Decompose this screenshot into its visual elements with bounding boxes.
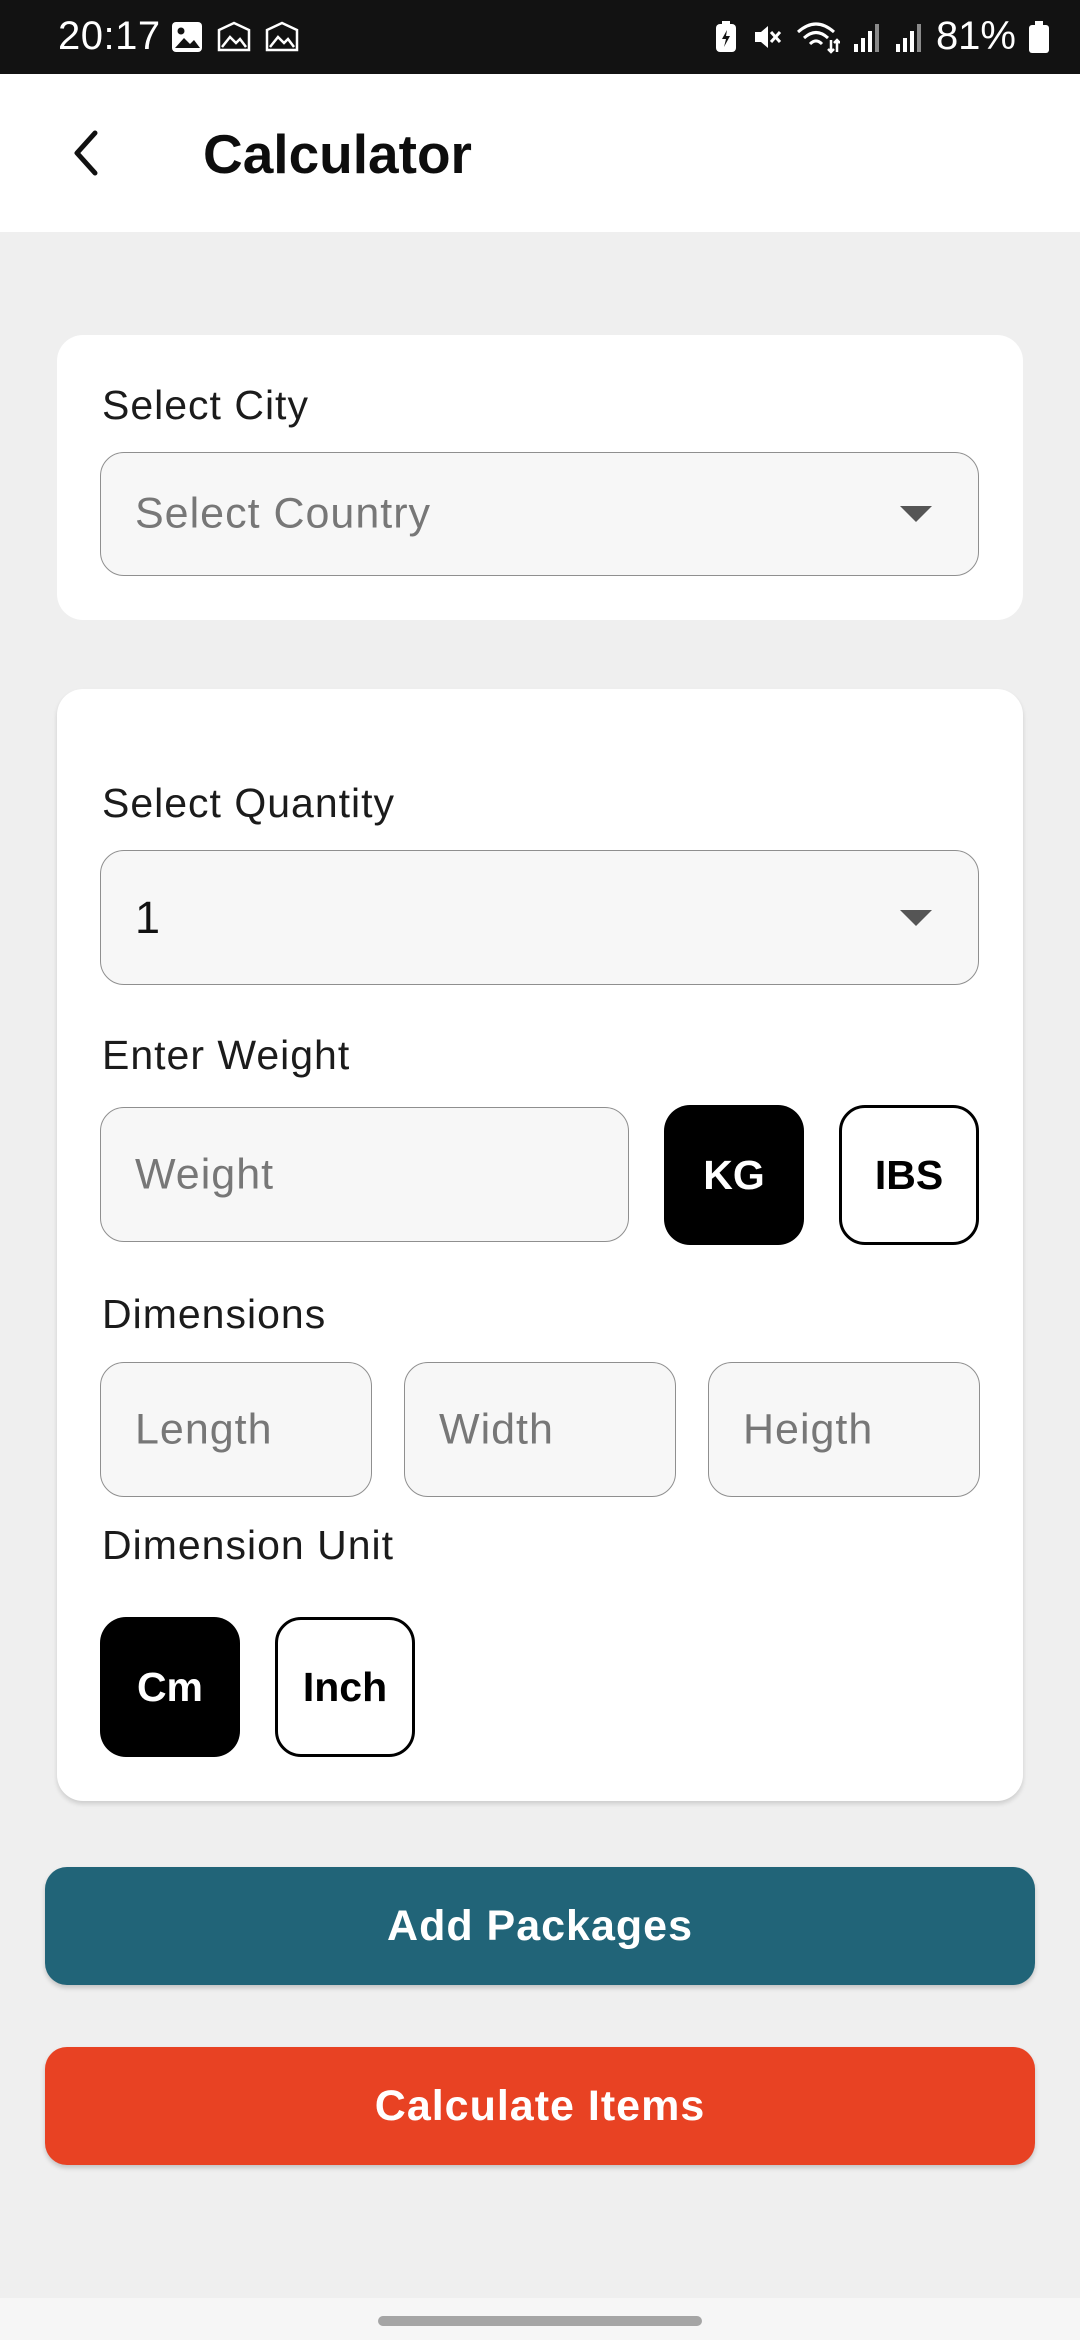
quantity-dropdown[interactable]: 1 <box>100 850 979 985</box>
notification-icons <box>170 20 300 54</box>
page-title: Calculator <box>203 123 472 185</box>
unit-cm-button[interactable]: Cm <box>100 1617 240 1757</box>
select-city-label: Select City <box>102 382 309 428</box>
height-placeholder: Heigth <box>743 1405 874 1453</box>
mute-icon <box>754 25 782 48</box>
width-input[interactable]: Width <box>404 1362 676 1497</box>
back-button[interactable] <box>52 118 122 188</box>
weight-input[interactable]: Weight <box>100 1107 629 1242</box>
quantity-value: 1 <box>135 891 161 943</box>
length-input[interactable]: Length <box>100 1362 372 1497</box>
width-placeholder: Width <box>439 1405 554 1453</box>
app-bar: Calculator <box>0 74 1080 232</box>
package-card: Select Quantity 1 Enter Weight Weight KG… <box>57 689 1023 1801</box>
height-input[interactable]: Heigth <box>708 1362 980 1497</box>
gallery-icon <box>217 21 251 52</box>
unit-kg-button[interactable]: KG <box>664 1105 804 1245</box>
gallery-icon <box>265 21 299 52</box>
status-icons: 81% <box>714 14 1050 59</box>
unit-inch-button[interactable]: Inch <box>275 1617 415 1757</box>
home-indicator[interactable] <box>378 2316 702 2326</box>
wifi-icon <box>796 22 840 54</box>
battery-percent: 81% <box>935 14 1016 58</box>
status-bar: 20:17 81% <box>0 0 1080 74</box>
country-dropdown-placeholder: Select Country <box>135 489 432 538</box>
battery-saver-icon <box>715 20 736 52</box>
enter-weight-label: Enter Weight <box>102 1032 351 1078</box>
chevron-left-icon <box>74 130 98 176</box>
navigation-bar <box>0 2298 1080 2340</box>
image-icon <box>172 22 202 52</box>
weight-placeholder: Weight <box>135 1150 275 1198</box>
dimensions-label: Dimensions <box>102 1291 327 1337</box>
city-card: Select City Select Country <box>57 335 1023 620</box>
signal-icon <box>895 23 921 52</box>
caret-down-icon <box>900 909 932 926</box>
country-dropdown[interactable]: Select Country <box>100 452 979 576</box>
select-quantity-label: Select Quantity <box>102 780 396 826</box>
add-packages-button[interactable]: Add Packages <box>45 1867 1035 1985</box>
signal-icon <box>853 23 879 52</box>
calculate-items-button[interactable]: Calculate Items <box>45 2047 1035 2165</box>
unit-ibs-button[interactable]: IBS <box>839 1105 979 1245</box>
length-placeholder: Length <box>135 1405 273 1453</box>
battery-icon <box>1029 20 1049 53</box>
caret-down-icon <box>900 506 932 522</box>
dimension-unit-label: Dimension Unit <box>102 1522 394 1568</box>
status-time: 20:17 <box>58 14 161 58</box>
